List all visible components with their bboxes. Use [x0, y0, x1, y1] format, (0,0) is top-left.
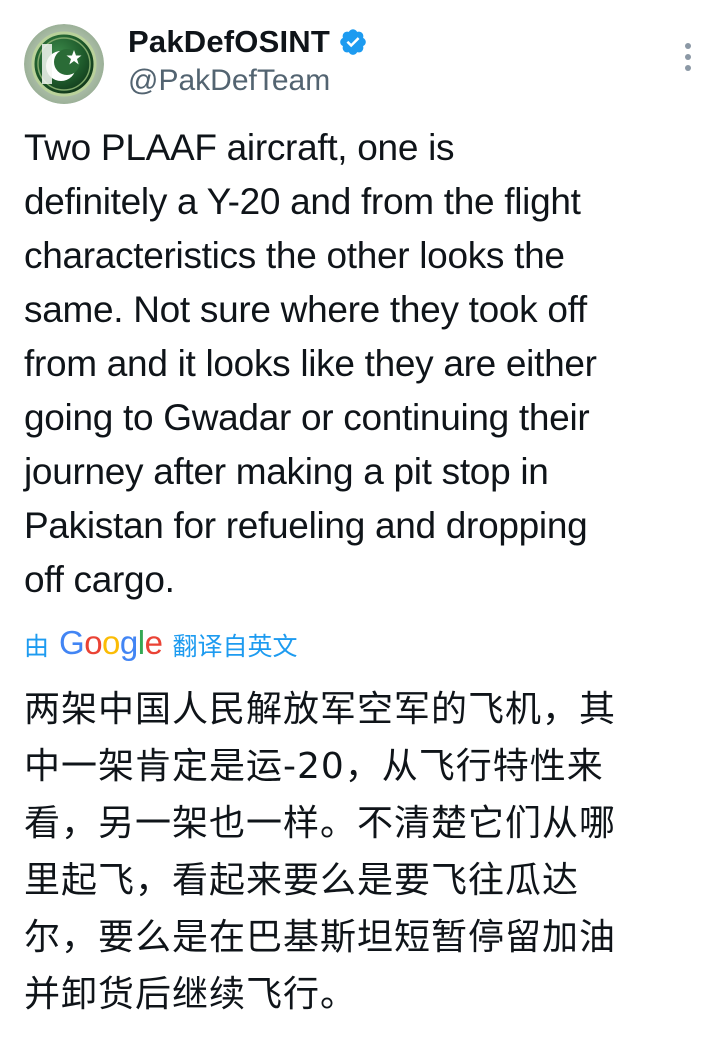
- google-logo: Google: [59, 624, 163, 661]
- avatar[interactable]: [24, 24, 104, 104]
- more-options-icon[interactable]: [680, 40, 696, 74]
- author-names: PakDefOSINT @PakDefTeam: [128, 22, 368, 98]
- translation-prefix: 由: [24, 632, 50, 661]
- translated-tweet-text: 两架中国人民解放军空军的飞机，其 中一架肯定是运-20，从飞行特性来 看，另一架…: [24, 689, 617, 1015]
- pakistan-flag-emblem-icon: [24, 24, 104, 104]
- verified-badge-icon: [338, 27, 368, 57]
- user-handle[interactable]: @PakDefTeam: [128, 64, 368, 98]
- tweet-text: Two PLAAF aircraft, one is definitely a …: [24, 127, 597, 600]
- translated-by-google[interactable]: 由 Google 翻译自英文: [24, 624, 297, 666]
- translation-suffix: 翻译自英文: [172, 632, 298, 661]
- display-name[interactable]: PakDefOSINT: [128, 24, 330, 60]
- display-name-row: PakDefOSINT: [128, 22, 368, 62]
- tweet-header: PakDefOSINT @PakDefTeam: [24, 22, 696, 108]
